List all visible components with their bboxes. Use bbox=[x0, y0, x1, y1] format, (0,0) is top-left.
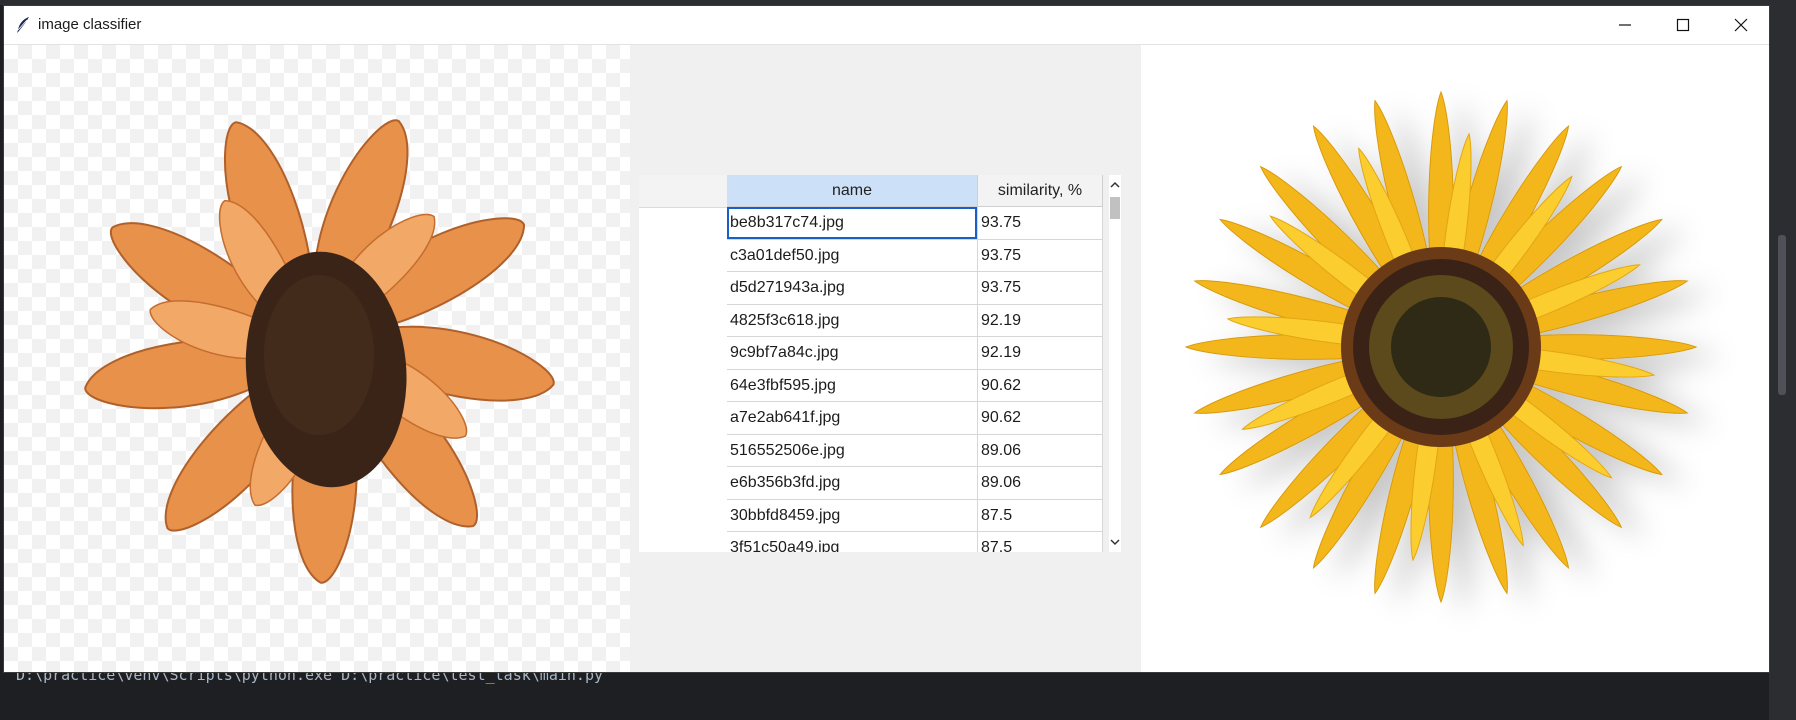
scroll-thumb[interactable] bbox=[1110, 197, 1120, 219]
results-table[interactable]: name similarity, % be8b317c74.jpg 93.75 c… bbox=[639, 175, 1121, 552]
column-header-similarity[interactable]: similarity, % bbox=[978, 175, 1103, 207]
table-grid[interactable]: name similarity, % be8b317c74.jpg 93.75 c… bbox=[727, 175, 1103, 552]
window-title: image classifier bbox=[38, 16, 142, 33]
cell-similarity[interactable]: 87.5 bbox=[978, 499, 1103, 532]
chevron-down-icon bbox=[1110, 539, 1120, 546]
cell-similarity[interactable]: 90.62 bbox=[978, 402, 1103, 435]
cell-name[interactable]: a7e2ab641f.jpg bbox=[727, 402, 978, 435]
feather-icon bbox=[17, 17, 29, 33]
table-row[interactable]: 4825f3c618.jpg 92.19 bbox=[727, 304, 1103, 337]
cell-similarity[interactable]: 89.06 bbox=[978, 434, 1103, 467]
table-row[interactable]: 3f51c50a49.jpg 87.5 bbox=[727, 532, 1103, 552]
cell-name[interactable]: d5d271943a.jpg bbox=[727, 272, 978, 305]
ide-side-panel bbox=[1769, 0, 1796, 720]
cell-similarity[interactable]: 89.06 bbox=[978, 467, 1103, 500]
close-button[interactable] bbox=[1712, 6, 1770, 44]
cell-similarity[interactable]: 93.75 bbox=[978, 239, 1103, 272]
cell-similarity[interactable]: 87.5 bbox=[978, 532, 1103, 552]
desktop-strip bbox=[0, 0, 1796, 5]
column-header-name[interactable]: name bbox=[727, 175, 978, 207]
scroll-down-button[interactable] bbox=[1109, 534, 1121, 550]
table-row[interactable]: e6b356b3fd.jpg 89.06 bbox=[727, 467, 1103, 500]
query-image-panel bbox=[4, 45, 630, 672]
cell-similarity[interactable]: 93.75 bbox=[978, 272, 1103, 305]
cell-name[interactable]: 3f51c50a49.jpg bbox=[727, 532, 978, 552]
cell-name[interactable]: be8b317c74.jpg bbox=[727, 207, 978, 240]
cell-name[interactable]: 4825f3c618.jpg bbox=[727, 304, 978, 337]
match-image bbox=[1184, 90, 1698, 604]
scroll-up-button[interactable] bbox=[1109, 177, 1121, 193]
cell-similarity[interactable]: 90.62 bbox=[978, 369, 1103, 402]
table-row[interactable]: 9c9bf7a84c.jpg 92.19 bbox=[727, 337, 1103, 370]
table-row[interactable]: a7e2ab641f.jpg 90.62 bbox=[727, 402, 1103, 435]
app-window: image classifier name similarity, % be8b… bbox=[4, 6, 1769, 672]
maximize-icon bbox=[1676, 18, 1690, 32]
cell-name[interactable]: 516552506e.jpg bbox=[727, 434, 978, 467]
cell-name[interactable]: 64e3fbf595.jpg bbox=[727, 369, 978, 402]
table-row[interactable]: 64e3fbf595.jpg 90.62 bbox=[727, 369, 1103, 402]
close-icon bbox=[1734, 18, 1748, 32]
cell-name[interactable]: e6b356b3fd.jpg bbox=[727, 467, 978, 500]
title-bar[interactable]: image classifier bbox=[4, 6, 1769, 45]
table-corner bbox=[639, 175, 727, 208]
row-header-column bbox=[639, 175, 727, 552]
table-scrollbar[interactable] bbox=[1109, 175, 1121, 552]
client-area: name similarity, % be8b317c74.jpg 93.75 c… bbox=[4, 45, 1769, 672]
cell-similarity[interactable]: 92.19 bbox=[978, 337, 1103, 370]
cell-name[interactable]: 30bbfd8459.jpg bbox=[727, 499, 978, 532]
cell-similarity[interactable]: 93.75 bbox=[978, 207, 1103, 240]
ide-scrollbar[interactable] bbox=[1778, 235, 1786, 395]
table-row[interactable]: 30bbfd8459.jpg 87.5 bbox=[727, 499, 1103, 532]
table-rows: be8b317c74.jpg 93.75 c3a01def50.jpg 93.75 … bbox=[727, 207, 1103, 552]
cell-similarity[interactable]: 92.19 bbox=[978, 304, 1103, 337]
cell-name[interactable]: 9c9bf7a84c.jpg bbox=[727, 337, 978, 370]
table-row[interactable]: be8b317c74.jpg 93.75 bbox=[727, 207, 1103, 240]
minimize-button[interactable] bbox=[1596, 6, 1654, 44]
table-row[interactable]: c3a01def50.jpg 93.75 bbox=[727, 239, 1103, 272]
maximize-button[interactable] bbox=[1654, 6, 1712, 44]
match-image-panel bbox=[1141, 45, 1769, 672]
chevron-up-icon bbox=[1110, 181, 1120, 188]
cell-name[interactable]: c3a01def50.jpg bbox=[727, 239, 978, 272]
query-image bbox=[84, 119, 555, 584]
minimize-icon bbox=[1619, 24, 1631, 26]
table-row[interactable]: d5d271943a.jpg 93.75 bbox=[727, 272, 1103, 305]
table-row[interactable]: 516552506e.jpg 89.06 bbox=[727, 434, 1103, 467]
